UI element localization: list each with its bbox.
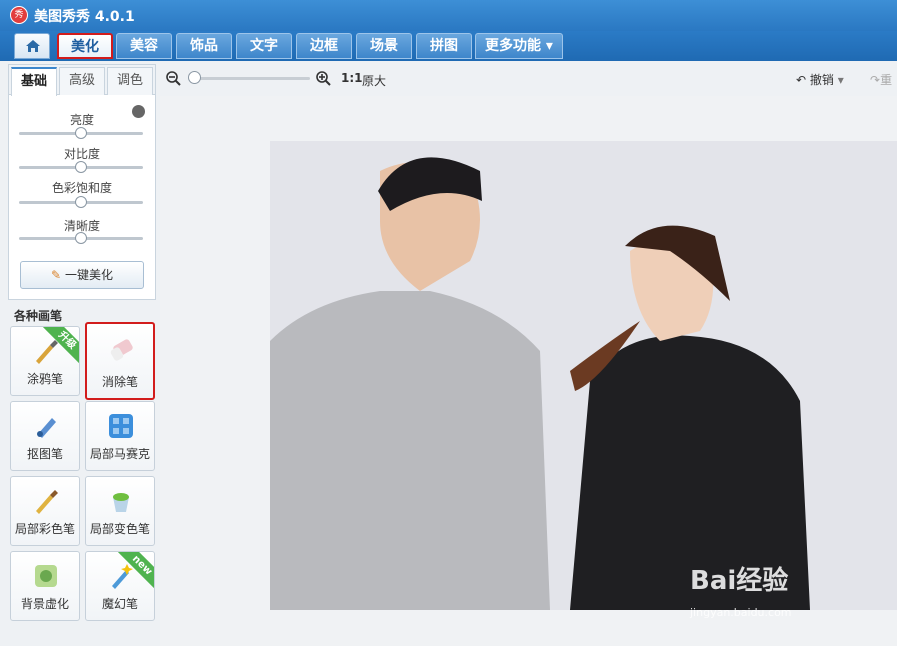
blur-icon (35, 565, 57, 587)
zoom-out-icon[interactable] (166, 71, 181, 86)
brightness-slider[interactable] (19, 127, 143, 139)
redo-icon: ↷ (870, 73, 881, 87)
brushes-title: 各种画笔 (14, 309, 63, 323)
eraser-icon (110, 339, 133, 361)
redo-button[interactable]: ↷重 (870, 71, 892, 88)
subtab-advanced[interactable]: 高级 (59, 67, 105, 95)
sharpness-slider[interactable] (19, 232, 143, 244)
paintbrush-icon (36, 340, 58, 364)
slider-knob[interactable] (75, 196, 87, 208)
background-blur-button[interactable]: 背景虚化 (10, 551, 80, 621)
paint-bucket-icon (113, 493, 129, 512)
chevron-down-icon: ▾ (541, 38, 553, 54)
cutout-brush-label: 抠图笔 (26, 447, 63, 461)
tab-more-label: 更多功能 (485, 38, 542, 54)
tab-beauty[interactable]: 美容 (116, 33, 172, 59)
recolor-brush-label: 局部变色笔 (89, 522, 150, 536)
canvas-toolbar: 1:1 原大 ↶ 撤销 ▾ ↷重 (160, 62, 897, 94)
saturation-slider[interactable] (19, 196, 143, 208)
mosaic-brush-button[interactable]: 局部马赛克 (85, 401, 155, 471)
tab-frame[interactable]: 边框 (296, 33, 352, 59)
slider-knob[interactable] (75, 127, 87, 139)
contrast-label: 对比度 (63, 147, 100, 161)
tab-beautify[interactable]: 美化 (57, 33, 113, 59)
baidu-watermark: Bai经验 (690, 566, 789, 596)
recolor-brush-button[interactable]: 局部变色笔 (85, 476, 155, 546)
saturation-label: 色彩饱和度 (51, 181, 112, 195)
subtab-basic[interactable]: 基础 (11, 67, 57, 96)
redo-label: 重 (880, 73, 893, 87)
cutout-brush-button[interactable]: 抠图笔 (10, 401, 80, 471)
chevron-down-icon[interactable]: ▾ (838, 73, 844, 87)
zoom-in-icon[interactable] (316, 71, 331, 86)
one-click-beautify-label: 一键美化 (64, 268, 113, 282)
magic-wand-icon (112, 564, 133, 589)
contrast-slider[interactable] (19, 161, 143, 173)
eraser-brush-label: 消除笔 (101, 375, 138, 389)
baidu-watermark-url: jingyan.baidu.com (690, 606, 792, 619)
doodle-brush-label: 涂鸦笔 (26, 372, 63, 386)
cutout-pen-icon (37, 418, 56, 438)
slider-knob[interactable] (75, 232, 87, 244)
original-size-button[interactable]: 原大 (362, 72, 386, 89)
main-nav: 美化 美容 饰品 文字 边框 场景 拼图 更多功能 ▾ (0, 31, 897, 61)
color-brush-icon (36, 490, 58, 514)
undo-button[interactable]: ↶ 撤销 ▾ (796, 71, 844, 88)
doodle-brush-button[interactable]: 升级 涂鸦笔 (10, 326, 80, 396)
magic-wand-icon: ✎ (51, 268, 62, 282)
tab-accessories[interactable]: 饰品 (176, 33, 232, 59)
slider-knob[interactable] (75, 161, 87, 173)
background-blur-label: 背景虚化 (20, 597, 69, 611)
tab-more-features[interactable]: 更多功能 ▾ (475, 33, 563, 59)
brightness-label: 亮度 (69, 113, 94, 127)
home-button[interactable] (14, 33, 50, 59)
subtab-bar: 基础 高级 调色 (9, 65, 155, 96)
undo-icon: ↶ (796, 73, 807, 87)
zoom-slider-knob[interactable] (188, 71, 201, 84)
app-logo-icon: 秀 (10, 6, 28, 24)
photo-image (270, 141, 897, 610)
tab-scene[interactable]: 场景 (356, 33, 412, 59)
undo-label: 撤销 (809, 73, 834, 87)
adjust-panel: 基础 高级 调色 亮度 对比度 色彩饱和度 清晰度 ✎ 一键美化 (8, 64, 156, 300)
title-bar: 秀 美图秀秀 4.0.1 (0, 0, 897, 31)
magic-brush-label: 魔幻笔 (101, 597, 138, 611)
mosaic-icon (109, 414, 133, 438)
subtab-color[interactable]: 调色 (107, 67, 153, 95)
tab-collage[interactable]: 拼图 (416, 33, 472, 59)
zoom-slider[interactable] (190, 77, 310, 80)
one-click-beautify-button[interactable]: ✎ 一键美化 (20, 261, 144, 289)
window-title: 美图秀秀 4.0.1 (34, 9, 135, 25)
mosaic-brush-label: 局部马赛克 (89, 447, 150, 461)
tab-text[interactable]: 文字 (236, 33, 292, 59)
eraser-brush-button[interactable]: 消除笔 (85, 322, 155, 400)
magic-brush-button[interactable]: new 魔幻笔 (85, 551, 155, 621)
home-icon (26, 40, 40, 52)
actual-size-ratio[interactable]: 1:1 (341, 71, 363, 85)
color-brush-label: 局部彩色笔 (14, 522, 75, 536)
color-brush-button[interactable]: 局部彩色笔 (10, 476, 80, 546)
photo-canvas[interactable] (270, 141, 897, 610)
